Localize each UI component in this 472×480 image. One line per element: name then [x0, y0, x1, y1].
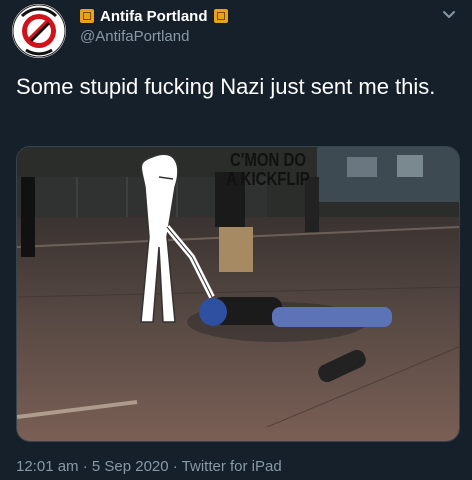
photo-illustration [17, 147, 459, 441]
chevron-down-icon[interactable] [440, 6, 458, 24]
tweet-image[interactable]: C'MON DO A KICKFLIP [16, 146, 460, 442]
antifa-logo-icon [12, 4, 66, 58]
emoji-badge-icon [80, 9, 94, 23]
author-name[interactable]: Antifa Portland [100, 8, 208, 25]
meme-caption: C'MON DO A KICKFLIP [226, 149, 310, 190]
avatar[interactable] [12, 4, 66, 58]
tweet-text: Some stupid fucking Nazi just sent me th… [16, 74, 436, 99]
author-handle[interactable]: @AntifaPortland [80, 28, 189, 45]
tweet-timestamp[interactable]: 12:01 am · 5 Sep 2020 · Twitter for iPad [16, 458, 282, 475]
emoji-badge-icon [213, 9, 228, 23]
tweet-header: Antifa Portland @AntifaPortland [0, 0, 472, 60]
